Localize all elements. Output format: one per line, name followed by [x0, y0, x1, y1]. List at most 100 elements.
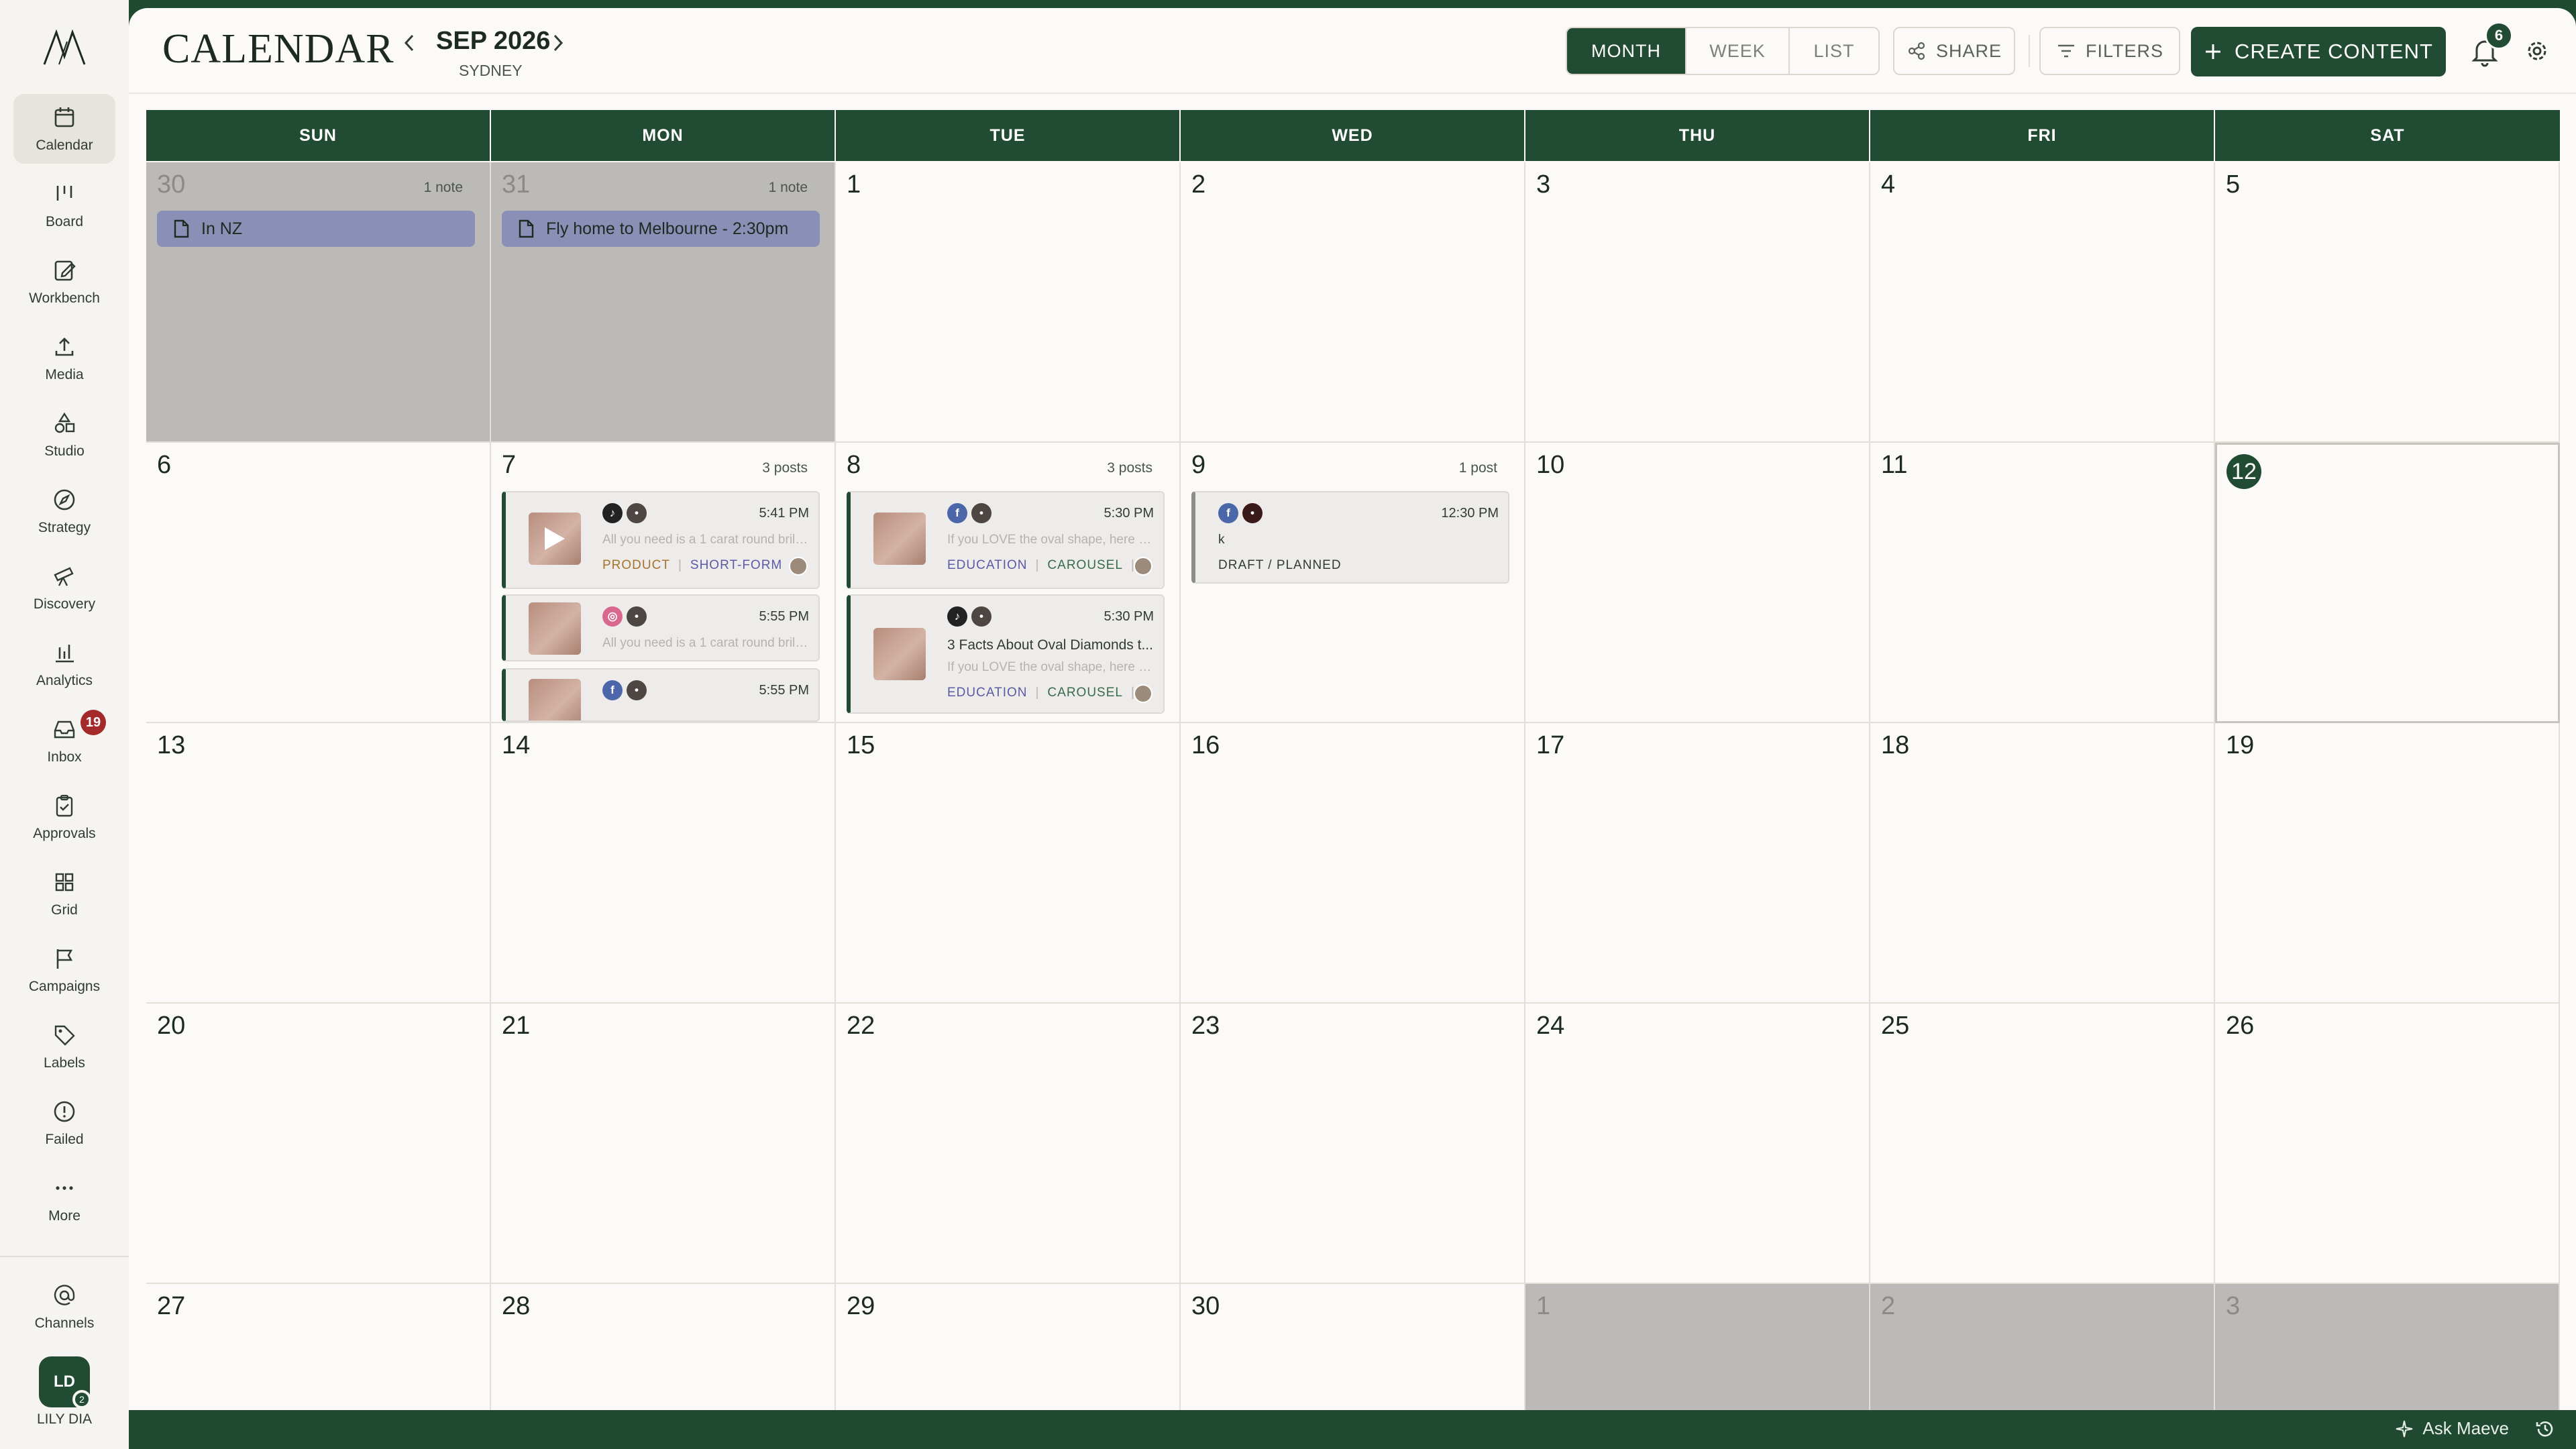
day-cell[interactable]: 11 [1870, 443, 2215, 723]
day-cell[interactable]: 1 [836, 162, 1181, 443]
day-cell[interactable]: 24 [1525, 1004, 1870, 1284]
filters-button[interactable]: FILTERS [2039, 27, 2180, 75]
sidebar-item-strategy[interactable]: Strategy [13, 476, 115, 546]
day-cell[interactable]: 19 [2215, 723, 2560, 1004]
sidebar-item-approvals[interactable]: Approvals [13, 782, 115, 852]
telescope-icon [54, 567, 74, 586]
sidebar-item-labels[interactable]: Labels [13, 1012, 115, 1081]
sidebar-item-campaigns[interactable]: Campaigns [13, 935, 115, 1005]
sidebar-item-failed[interactable]: Failed [13, 1088, 115, 1158]
day-cell[interactable]: 6 [146, 443, 491, 723]
tag-icon [54, 1025, 75, 1046]
sidebar-item-board[interactable]: Board [13, 170, 115, 240]
top-strip [0, 0, 2576, 8]
sidebar: Calendar Board Workbench Media Studio St… [0, 0, 129, 1449]
day-cell[interactable]: 4 [1870, 162, 2215, 443]
tiktok-icon: ♪ [602, 503, 623, 523]
day-cell[interactable]: 17 [1525, 723, 1870, 1004]
day-cell[interactable]: 27 [146, 1284, 491, 1410]
post-card[interactable]: ◎ • 5:55 PM All you need is a 1 carat ro… [502, 594, 820, 661]
post-title: k [1218, 533, 1225, 547]
sidebar-item-grid[interactable]: Grid [13, 859, 115, 928]
day-number: 6 [157, 451, 172, 479]
view-list-tab[interactable]: LIST [1790, 28, 1878, 74]
day-number: 31 [502, 170, 531, 199]
day-cell[interactable]: 16 [1181, 723, 1525, 1004]
day-cell-today[interactable]: 12 [2215, 443, 2560, 723]
sidebar-item-more[interactable]: More [13, 1165, 115, 1234]
day-cell[interactable]: 31 1 note Fly home to Melbourne - 2:30pm [491, 162, 836, 443]
account-avatar-icon: • [971, 503, 991, 523]
day-cell[interactable]: 3 [1525, 162, 1870, 443]
prev-month-button[interactable] [397, 28, 421, 58]
share-button[interactable]: SHARE [1893, 27, 2015, 75]
day-number: 18 [1881, 731, 1910, 759]
note-item[interactable]: Fly home to Melbourne - 2:30pm [502, 211, 820, 247]
day-cell[interactable]: 30 [1181, 1284, 1525, 1410]
brand-logo[interactable] [40, 30, 89, 67]
gear-icon[interactable] [2524, 38, 2551, 64]
post-card[interactable]: f • 5:55 PM [502, 668, 820, 722]
day-cell[interactable]: 29 [836, 1284, 1181, 1410]
day-cell[interactable]: 13 [146, 723, 491, 1004]
account-avatar-icon: • [627, 503, 647, 523]
day-cell[interactable]: 7 3 posts ♪ • 5:41 PM All you need is a … [491, 443, 836, 723]
ask-maeve-button[interactable]: Ask Maeve [2394, 1418, 2509, 1439]
day-number: 20 [157, 1012, 186, 1040]
day-cell[interactable]: 21 [491, 1004, 836, 1284]
day-cell[interactable]: 26 [2215, 1004, 2560, 1284]
create-content-button[interactable]: CREATE CONTENT [2191, 27, 2446, 76]
sidebar-item-studio[interactable]: Studio [13, 400, 115, 470]
day-cell[interactable]: 5 [2215, 162, 2560, 443]
view-month-tab[interactable]: MONTH [1567, 28, 1686, 74]
bottom-bar: Ask Maeve [129, 1410, 2576, 1449]
ellipsis-icon [56, 1186, 73, 1190]
weekday-header: TUE [836, 110, 1179, 161]
post-tag: CAROUSEL [1047, 686, 1123, 700]
history-icon[interactable] [2533, 1417, 2557, 1441]
post-time: 5:55 PM [759, 609, 809, 624]
next-month-button[interactable] [546, 28, 570, 58]
sidebar-item-media[interactable]: Media [13, 323, 115, 393]
note-item[interactable]: In NZ [157, 211, 475, 247]
day-cell[interactable]: 9 1 post f • 12:30 PM k DRAFT / PLANNED [1181, 443, 1525, 723]
day-cell[interactable]: 8 3 posts f • 5:30 PM If you LOVE the ov… [836, 443, 1181, 723]
post-card[interactable]: f • 5:30 PM If you LOVE the oval shape, … [847, 491, 1165, 589]
sidebar-item-workbench[interactable]: Workbench [13, 247, 115, 317]
day-cell[interactable]: 1 [1525, 1284, 1870, 1410]
day-cell[interactable]: 2 [1181, 162, 1525, 443]
view-week-tab[interactable]: WEEK [1686, 28, 1790, 74]
sidebar-item-inbox[interactable]: Inbox 19 [13, 706, 115, 775]
sidebar-item-label: More [48, 1208, 80, 1224]
main-panel: CALENDAR SEP 2026 SYDNEY MONTH WEEK LIST… [129, 8, 2576, 1410]
day-cell[interactable]: 3 [2215, 1284, 2560, 1410]
day-cell[interactable]: 20 [146, 1004, 491, 1284]
day-cell[interactable]: 22 [836, 1004, 1181, 1284]
plus-icon [2206, 44, 2221, 59]
sidebar-item-analytics[interactable]: Analytics [13, 629, 115, 699]
day-cell[interactable]: 18 [1870, 723, 2215, 1004]
day-cell[interactable]: 23 [1181, 1004, 1525, 1284]
post-card[interactable]: ♪ • 5:41 PM All you need is a 1 carat ro… [502, 491, 820, 589]
post-card[interactable]: f • 12:30 PM k DRAFT / PLANNED [1191, 491, 1509, 584]
day-cell[interactable]: 15 [836, 723, 1181, 1004]
day-number: 28 [502, 1292, 531, 1320]
sidebar-item-channels[interactable]: Channels [13, 1272, 115, 1342]
day-cell[interactable]: 10 [1525, 443, 1870, 723]
post-thumbnail [873, 628, 926, 680]
day-number: 19 [2226, 731, 2255, 759]
sidebar-item-calendar[interactable]: Calendar [13, 94, 115, 164]
day-cell[interactable]: 28 [491, 1284, 836, 1410]
day-cell[interactable]: 2 [1870, 1284, 2215, 1410]
grid-icon [55, 873, 74, 892]
view-switcher: MONTH WEEK LIST [1566, 27, 1880, 75]
sidebar-item-discovery[interactable]: Discovery [13, 553, 115, 623]
play-icon [545, 527, 565, 550]
post-card[interactable]: ♪ • 5:30 PM 3 Facts About Oval Diamonds … [847, 594, 1165, 714]
day-cell[interactable]: 25 [1870, 1004, 2215, 1284]
chevron-right-icon [553, 34, 564, 52]
day-cell[interactable]: 14 [491, 723, 836, 1004]
day-cell[interactable]: 30 1 note In NZ [146, 162, 491, 443]
post-caption: All you need is a 1 carat round brillian… [602, 533, 809, 547]
weekday-header: WED [1181, 110, 1524, 161]
